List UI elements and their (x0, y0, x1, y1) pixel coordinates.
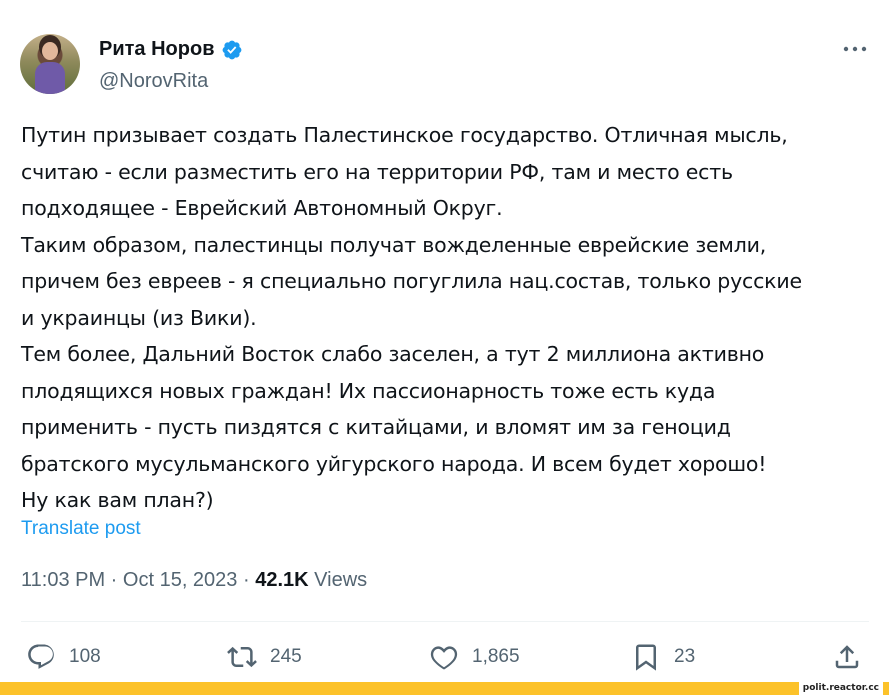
tweet-text: Путин призывает создать Палестинское гос… (21, 117, 873, 519)
tweet-line: причем без евреев - я специально погугли… (21, 269, 802, 293)
meta-separator: · (105, 569, 123, 591)
share-icon (835, 645, 859, 669)
footer-bar: polit.reactor.cc (0, 682, 889, 695)
tweet-line: считаю - если разместить его на территор… (21, 159, 733, 184)
author-name-row: Рита Норов (99, 38, 243, 61)
tweet-line: Тем более, Дальний Восток слабо заселен,… (21, 342, 765, 366)
tweet-line: Ну как вам план?) (21, 488, 214, 512)
like-count: 1,865 (472, 646, 520, 667)
tweet-line: подходящее - Еврейский Автономный Округ. (21, 196, 503, 220)
more-icon[interactable] (840, 37, 870, 61)
repost-button[interactable]: 245 (227, 636, 302, 678)
like-icon (430, 646, 458, 670)
reply-button[interactable]: 108 (26, 636, 101, 678)
author-handle[interactable]: @NorovRita (99, 70, 208, 93)
tweet-line: применить - пусть пиздятся с китайцами, … (21, 415, 731, 439)
translate-post-link[interactable]: Translate post (21, 518, 141, 540)
tweet-time[interactable]: 11:03 PM (21, 569, 105, 591)
tweet-line: братского мусульманского уйгурского наро… (21, 451, 767, 476)
views-count: 42.1K (255, 569, 309, 591)
bookmark-button[interactable]: 23 (631, 636, 695, 678)
tweet-line: Таким образом, палестинцы получат вождел… (21, 232, 767, 257)
tweet-date[interactable]: Oct 15, 2023 (123, 569, 238, 591)
like-button[interactable]: 1,865 (429, 636, 520, 678)
divider (21, 621, 869, 622)
verified-badge-icon (222, 40, 241, 59)
tweet-line: Путин призывает создать Палестинское гос… (21, 123, 788, 147)
avatar[interactable] (20, 34, 80, 94)
meta-separator: · (237, 569, 256, 591)
bookmark-count: 23 (674, 646, 696, 667)
tweet-meta: 11:03 PM · Oct 15, 2023 · 42.1K Views (21, 569, 367, 592)
action-bar: 108 245 1,865 23 (0, 636, 889, 678)
share-button[interactable] (832, 636, 862, 678)
views-label: Views (308, 569, 368, 591)
author-display-name[interactable]: Рита Норов (99, 38, 215, 61)
tweet-line: и украинцы (из Вики). (21, 305, 257, 330)
repost-count: 245 (270, 646, 302, 667)
repost-icon (227, 646, 257, 668)
bookmark-icon (636, 644, 656, 671)
reply-icon (28, 644, 54, 669)
footer-brand[interactable]: polit.reactor.cc (798, 682, 883, 695)
reply-count: 108 (69, 646, 101, 667)
tweet-line: плодящихся новых граждан! Их пассионарно… (21, 378, 716, 403)
